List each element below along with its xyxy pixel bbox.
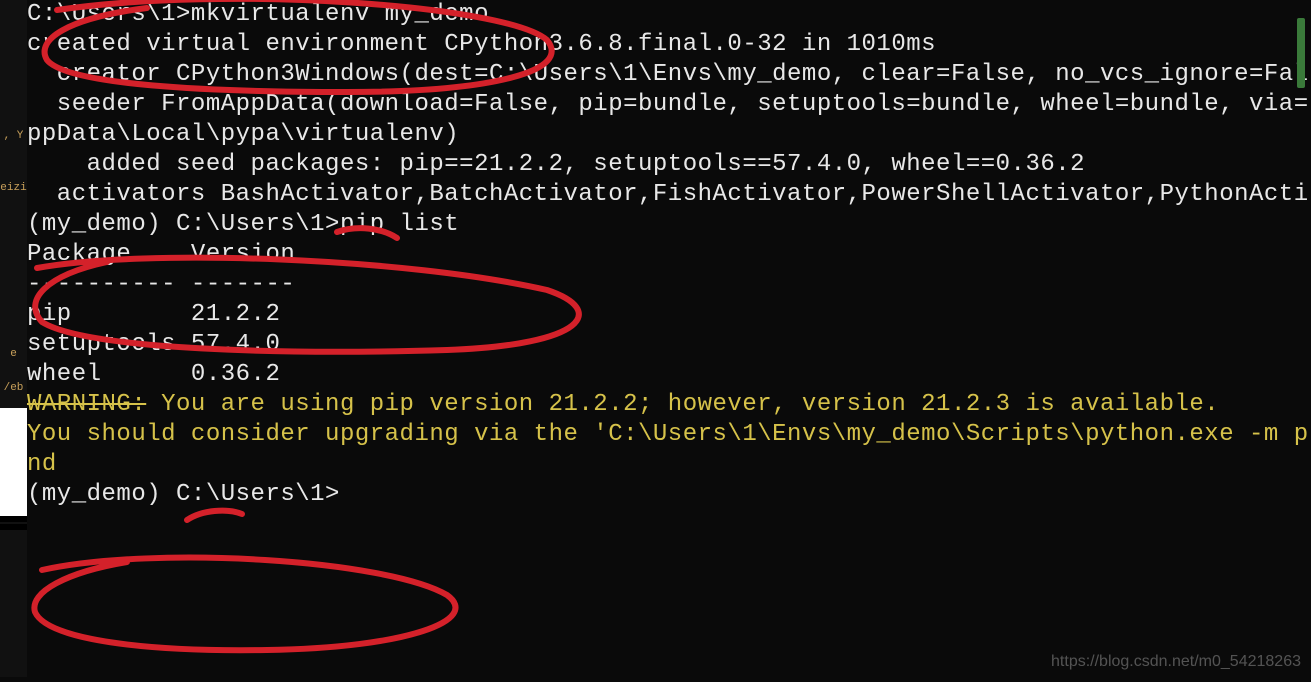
watermark: https://blog.csdn.net/m0_54218263 bbox=[1051, 653, 1301, 671]
terminal-line: nd bbox=[27, 450, 1311, 480]
scrollbar-thumb[interactable] bbox=[1297, 18, 1305, 88]
terminal-line: created virtual environment CPython3.6.8… bbox=[27, 30, 1311, 60]
terminal-line: C:\Users\1>mkvirtualenv my_demo bbox=[27, 0, 1311, 30]
terminal-line: You should consider upgrading via the 'C… bbox=[27, 420, 1311, 450]
gutter-highlight bbox=[0, 408, 27, 516]
terminal-line: seeder FromAppData(download=False, pip=b… bbox=[27, 90, 1311, 120]
terminal-line: pip 21.2.2 bbox=[27, 300, 1311, 330]
gutter-divider bbox=[0, 516, 27, 522]
gutter-label: , Y bbox=[0, 130, 27, 142]
terminal-line: activators BashActivator,BatchActivator,… bbox=[27, 180, 1311, 210]
gutter-label: eizi bbox=[0, 182, 27, 194]
gutter-label: /eb bbox=[0, 382, 27, 394]
gutter-label: e bbox=[0, 348, 27, 360]
terminal-line: (my_demo) C:\Users\1> bbox=[27, 480, 1311, 510]
terminal-line: creator CPython3Windows(dest=C:\Users\1\… bbox=[27, 60, 1311, 90]
terminal-output[interactable]: C:\Users\1>mkvirtualenv my_democreated v… bbox=[27, 0, 1311, 677]
terminal-line: WARNING: You are using pip version 21.2.… bbox=[27, 390, 1311, 420]
terminal-line: ppData\Local\pypa\virtualenv) bbox=[27, 120, 1311, 150]
terminal-line: (my_demo) C:\Users\1>pip list bbox=[27, 210, 1311, 240]
terminal-line: wheel 0.36.2 bbox=[27, 360, 1311, 390]
gutter-divider bbox=[0, 524, 27, 530]
terminal-line: Package Version bbox=[27, 240, 1311, 270]
editor-gutter: , Y eizi e /eb bbox=[0, 0, 27, 677]
terminal-line: setuptools 57.4.0 bbox=[27, 330, 1311, 360]
terminal-line: added seed packages: pip==21.2.2, setupt… bbox=[27, 150, 1311, 180]
terminal-line: ---------- ------- bbox=[27, 270, 1311, 300]
